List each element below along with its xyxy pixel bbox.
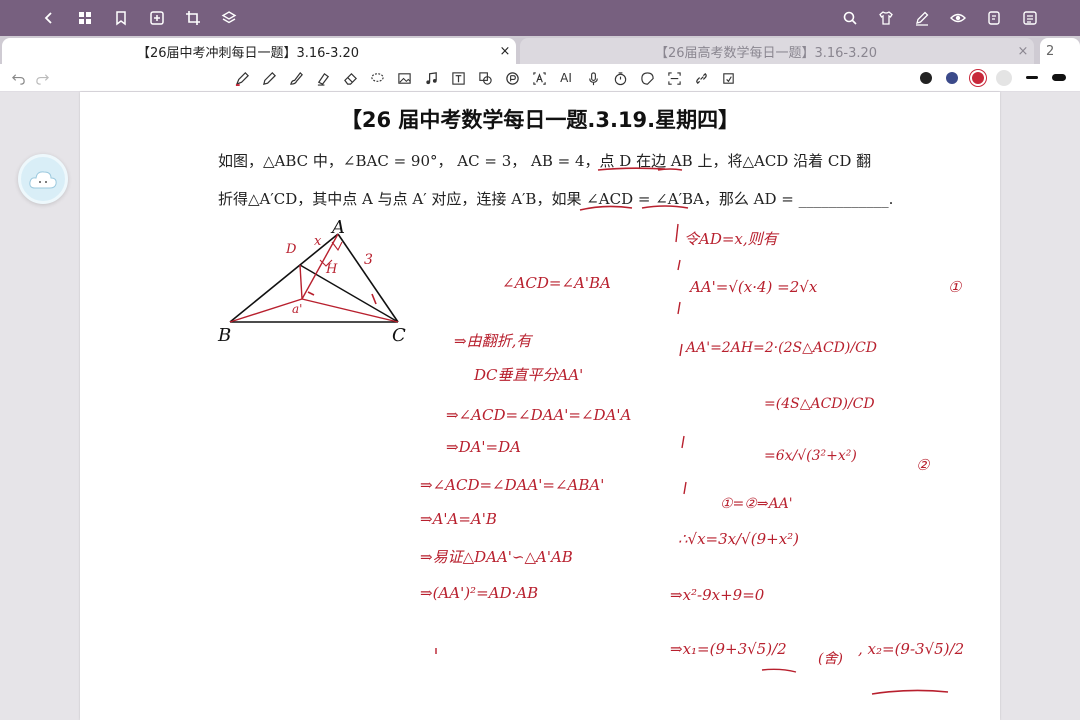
pencil-icon[interactable] <box>259 68 279 88</box>
close-icon[interactable]: × <box>1012 44 1034 59</box>
search-icon[interactable] <box>838 6 862 30</box>
tab-overflow[interactable]: 2 <box>1040 38 1080 64</box>
stroke-thick-swatch[interactable] <box>1052 74 1066 81</box>
eraser-icon[interactable] <box>340 68 360 88</box>
redo-icon[interactable] <box>32 68 52 88</box>
stroke-medium-swatch[interactable] <box>1026 76 1038 79</box>
add-page-icon[interactable] <box>145 6 169 30</box>
color-red-swatch[interactable] <box>972 72 984 84</box>
bookmark-icon[interactable] <box>109 6 133 30</box>
shirt-icon[interactable] <box>874 6 898 30</box>
close-icon[interactable]: × <box>494 44 516 59</box>
tab-zhongkao[interactable]: 【26届中考冲刺每日一题】3.16-3.20 × <box>2 38 516 64</box>
tab-gaokao[interactable]: 【26届高考数学每日一题】3.16-3.20 × <box>520 38 1034 64</box>
eye-icon[interactable] <box>946 6 970 30</box>
top-app-bar <box>0 0 1080 36</box>
document-area[interactable]: 【26 届中考数学每日一题.3.19.星期四】 如图，△ABC 中，∠BAC =… <box>0 92 1080 720</box>
cloud-icon <box>29 171 57 189</box>
scan-icon[interactable] <box>664 68 684 88</box>
assistant-float-button[interactable] <box>18 154 68 204</box>
crop-icon[interactable] <box>181 6 205 30</box>
page-icon[interactable] <box>982 6 1006 30</box>
tab-strip: 【26届中考冲刺每日一题】3.16-3.20 × 【26届高考数学每日一题】3.… <box>0 36 1080 64</box>
ai-icon[interactable]: AI <box>556 68 576 88</box>
tab-label: 【26届中考冲刺每日一题】3.16-3.20 <box>136 45 360 61</box>
lasso-icon[interactable] <box>367 68 387 88</box>
back-icon[interactable] <box>37 6 61 30</box>
image-icon[interactable] <box>394 68 414 88</box>
undo-icon[interactable] <box>8 68 28 88</box>
layers-icon[interactable] <box>217 6 241 30</box>
tab-count: 2 <box>1046 43 1055 59</box>
pen-toolbar: AI <box>0 64 1080 92</box>
stroke-thin-swatch[interactable] <box>996 70 1012 86</box>
grid-icon[interactable] <box>73 6 97 30</box>
link-icon[interactable] <box>691 68 711 88</box>
notebook-page[interactable]: 【26 届中考数学每日一题.3.19.星期四】 如图，△ABC 中，∠BAC =… <box>80 92 1000 720</box>
text-icon[interactable] <box>448 68 468 88</box>
highlighter-icon[interactable] <box>313 68 333 88</box>
tab-label: 【26届高考数学每日一题】3.16-3.20 <box>654 45 878 61</box>
margin-strokes <box>435 223 949 695</box>
color-black-swatch[interactable] <box>920 72 932 84</box>
timer-icon[interactable] <box>610 68 630 88</box>
text-box-icon[interactable] <box>529 68 549 88</box>
mic-icon[interactable] <box>583 68 603 88</box>
fountain-pen-icon[interactable] <box>232 68 252 88</box>
shape-icon[interactable] <box>475 68 495 88</box>
brush-icon[interactable] <box>286 68 306 88</box>
color-blue-swatch[interactable] <box>946 72 958 84</box>
ocr-icon[interactable] <box>502 68 522 88</box>
pen-edit-icon[interactable] <box>910 6 934 30</box>
more-icon[interactable] <box>1018 6 1042 30</box>
music-icon[interactable] <box>421 68 441 88</box>
crop-tool-icon[interactable] <box>718 68 738 88</box>
sticker-icon[interactable] <box>637 68 657 88</box>
